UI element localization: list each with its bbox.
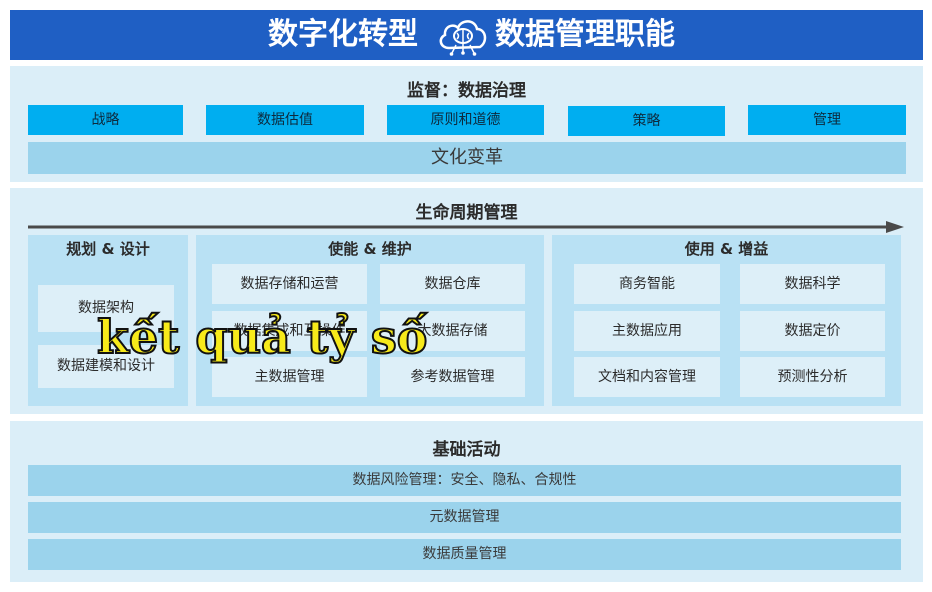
enable-item-storage-ops: 数据存储和运营: [212, 264, 367, 304]
use-item-data-science: 数据科学: [740, 264, 885, 304]
use-item-predictive: 预测性分析: [740, 357, 885, 397]
culture-change-bar: 文化变革: [28, 142, 906, 174]
governance-title: 监督：数据治理: [407, 81, 526, 101]
enable-maintain-title: 使能 & 维护: [328, 240, 412, 258]
governance-item-valuation: 数据估值: [206, 105, 364, 135]
overlay-caption: kết quả tỷ số: [96, 309, 428, 365]
plan-design-title: 规划 & 设计: [66, 240, 150, 258]
use-enhance-title: 使用 & 增益: [684, 240, 769, 258]
use-item-content-mgmt: 文档和内容管理: [574, 357, 720, 397]
governance-item-ethics: 原则和道德: [387, 105, 544, 135]
use-item-bi: 商务智能: [574, 264, 720, 304]
governance-item-management: 管理: [748, 105, 906, 135]
title-left: 数字化转型: [268, 17, 418, 52]
title-right: 数据管理职能: [495, 17, 675, 52]
foundation-item-quality: 数据质量管理: [28, 539, 901, 570]
foundation-item-metadata: 元数据管理: [28, 502, 901, 533]
governance-item-strategy: 战略: [28, 105, 183, 135]
use-item-master-app: 主数据应用: [574, 311, 720, 351]
right-arrow-icon: [28, 221, 904, 233]
enable-item-warehouse: 数据仓库: [380, 264, 525, 304]
foundation-item-risk: 数据风险管理：安全、隐私、合规性: [28, 465, 901, 496]
header-banner: 数字化转型 数据管理职能: [10, 10, 923, 60]
use-item-pricing: 数据定价: [740, 311, 885, 351]
governance-item-policy: 策略: [568, 106, 725, 136]
cloud-brain-icon: [439, 20, 487, 56]
foundation-title: 基础活动: [432, 440, 501, 460]
